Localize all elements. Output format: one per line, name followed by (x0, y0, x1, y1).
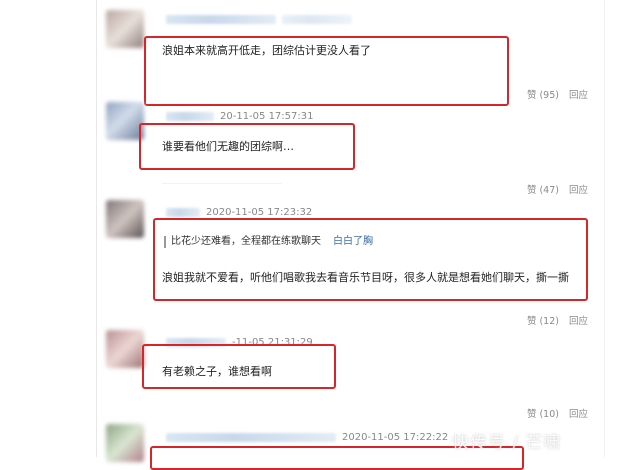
watermark: 快传号 / 芒啸 (452, 433, 562, 453)
comment-actions: 赞 (12) 回应 (527, 313, 588, 327)
avatar[interactable] (106, 200, 144, 238)
username-blurred[interactable] (166, 432, 336, 442)
comment-actions: 赞 (10) 回应 (527, 406, 588, 420)
column-border-left (96, 0, 97, 457)
comment-page: 浪姐本来就高开低走，团综估计更没人看了 赞 (95) 回应 20-11-05 1… (0, 0, 641, 470)
highlight-box (144, 36, 509, 106)
username-blurred[interactable] (166, 14, 276, 24)
comment-meta: 2020-11-05 17:22:22 (166, 430, 448, 444)
timestamp-blurred (282, 14, 352, 24)
avatar[interactable] (106, 10, 144, 48)
like-button[interactable]: 赞 (12) (527, 313, 559, 327)
comment-meta: 20-11-05 17:57:31 (166, 109, 313, 123)
comment-actions: 赞 (95) 回应 (527, 87, 588, 101)
comment-timestamp: 20-11-05 17:57:31 (220, 110, 314, 122)
avatar[interactable] (106, 424, 144, 462)
blurred-line (162, 183, 282, 184)
avatar[interactable] (106, 330, 144, 368)
highlight-box (142, 344, 336, 389)
comment-meta: 2020-11-05 17:23:32 (166, 205, 312, 219)
reply-button[interactable]: 回应 (569, 87, 588, 101)
comment-actions: 赞 (47) 回应 (527, 182, 588, 196)
highlight-box (139, 123, 355, 170)
comment-meta (166, 12, 352, 26)
reply-button[interactable]: 回应 (569, 406, 588, 420)
like-button[interactable]: 赞 (10) (527, 406, 559, 420)
highlight-box (153, 218, 588, 301)
like-button[interactable]: 赞 (47) (527, 182, 559, 196)
comment-timestamp: 2020-11-05 17:23:32 (206, 206, 313, 218)
username-blurred[interactable] (166, 207, 200, 217)
reply-button[interactable]: 回应 (569, 182, 588, 196)
like-button[interactable]: 赞 (95) (527, 87, 559, 101)
column-border-right (604, 0, 605, 457)
comment-timestamp: 2020-11-05 17:22:22 (342, 431, 449, 443)
reply-button[interactable]: 回应 (569, 313, 588, 327)
username-blurred[interactable] (166, 111, 214, 121)
